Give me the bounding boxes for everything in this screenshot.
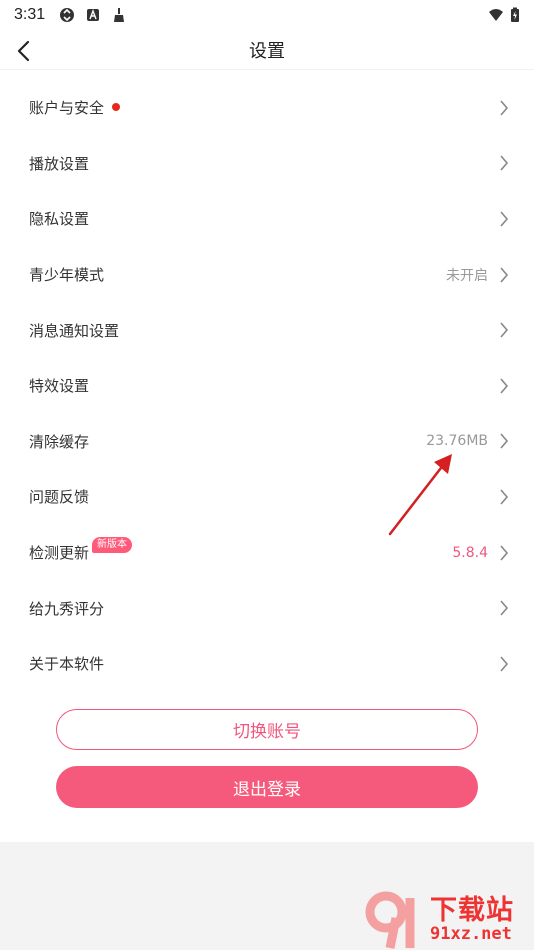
watermark-cn: 下载站 xyxy=(430,895,514,926)
app-bar: 设置 xyxy=(0,30,534,70)
notification-dot xyxy=(112,102,121,111)
status-icons-right xyxy=(488,7,520,23)
settings-item-feedback[interactable]: 问题反馈 xyxy=(0,469,534,525)
sync-icon xyxy=(60,8,75,22)
settings-item-label: 检测更新 xyxy=(29,544,90,563)
settings-item-teen-mode[interactable]: 青少年模式 未开启 xyxy=(0,247,534,303)
settings-item-label: 特效设置 xyxy=(29,377,90,396)
battery-charging-icon xyxy=(511,7,519,22)
settings-item-label: 问题反馈 xyxy=(29,488,90,507)
cache-size: 23.76MB xyxy=(426,433,488,450)
settings-item-effects[interactable]: 特效设置 xyxy=(0,358,534,414)
settings-item-check-update[interactable]: 检测更新 新版本 5.8.4 xyxy=(0,525,534,581)
status-icons-left xyxy=(59,7,127,23)
chevron-right-icon xyxy=(500,322,509,338)
logout-button[interactable]: 退出登录 xyxy=(56,766,478,808)
chevron-right-icon xyxy=(500,378,509,394)
teen-mode-status: 未开启 xyxy=(446,267,488,284)
a-box-icon xyxy=(87,9,100,21)
settings-item-privacy[interactable]: 隐私设置 xyxy=(0,191,534,247)
settings-item-about[interactable]: 关于本软件 xyxy=(0,636,534,692)
wifi-icon xyxy=(489,9,503,21)
settings-item-rate-app[interactable]: 给九秀评分 xyxy=(0,580,534,636)
chevron-right-icon xyxy=(500,155,509,171)
page-title: 设置 xyxy=(249,40,285,62)
switch-account-button[interactable]: 切换账号 xyxy=(56,709,478,750)
settings-item-label: 播放设置 xyxy=(29,154,90,173)
settings-list: 账户与安全 播放设置 隐私设置 青少年模式 未开启 消息通知设置 特效设置 清除… xyxy=(0,80,534,692)
chevron-right-icon xyxy=(500,211,509,227)
new-version-badge: 新版本 xyxy=(92,536,133,553)
back-arrow-icon[interactable] xyxy=(12,38,38,64)
settings-item-clear-cache[interactable]: 清除缓存 23.76MB xyxy=(0,414,534,470)
settings-item-account-security[interactable]: 账户与安全 xyxy=(0,80,534,136)
settings-item-label: 隐私设置 xyxy=(29,210,90,229)
chevron-right-icon xyxy=(500,489,509,505)
settings-item-label: 消息通知设置 xyxy=(29,321,120,340)
settings-item-label: 青少年模式 xyxy=(29,266,105,285)
chevron-right-icon xyxy=(500,100,509,116)
chevron-right-icon xyxy=(500,545,509,561)
watermark: 下载站 91xz.net xyxy=(364,888,534,950)
watermark-logo-icon xyxy=(365,891,415,949)
chevron-right-icon xyxy=(500,656,509,672)
broom-icon xyxy=(114,8,125,22)
settings-item-label: 清除缓存 xyxy=(29,432,90,451)
watermark-en: 91xz.net xyxy=(430,924,512,944)
chevron-right-icon xyxy=(500,600,509,616)
status-time: 3:31 xyxy=(14,6,46,23)
chevron-right-icon xyxy=(500,433,509,449)
chevron-right-icon xyxy=(500,267,509,283)
status-bar: 3:31 xyxy=(0,0,534,30)
settings-item-label: 关于本软件 xyxy=(29,655,105,674)
settings-item-playback[interactable]: 播放设置 xyxy=(0,136,534,192)
settings-item-notifications[interactable]: 消息通知设置 xyxy=(0,302,534,358)
switch-account-label: 切换账号 xyxy=(233,722,301,742)
settings-item-label: 账户与安全 xyxy=(29,99,105,118)
logout-label: 退出登录 xyxy=(233,779,301,800)
version-number: 5.8.4 xyxy=(452,544,488,561)
settings-item-label: 给九秀评分 xyxy=(29,599,105,618)
